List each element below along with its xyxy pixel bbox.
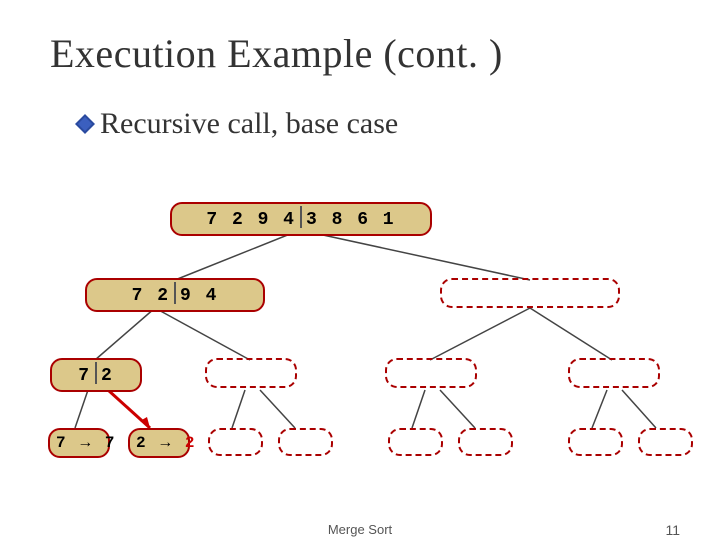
l2a-right: 2 [101, 366, 114, 386]
leaf2-in: 2 [136, 434, 147, 452]
node-l1-right [440, 278, 620, 308]
divider-icon [174, 282, 176, 304]
footer-center: Merge Sort [328, 522, 392, 537]
leaf-7 [568, 428, 623, 456]
l1a-right: 9 4 [180, 286, 218, 306]
node-l1-left: 7 2 9 4 [85, 278, 265, 312]
tree-connectors [0, 0, 720, 540]
leaf-3 [208, 428, 263, 456]
l1a-left: 7 2 [132, 286, 170, 306]
l2a-left: 7 [78, 366, 91, 386]
node-l2-d [568, 358, 660, 388]
node-l2-a: 72 [50, 358, 142, 392]
divider-icon [95, 362, 97, 384]
leaf2-out: 2 [185, 434, 196, 452]
arrow-icon: → [77, 434, 94, 451]
leaf-8 [638, 428, 693, 456]
page-number: 11 [665, 522, 680, 538]
node-l2-b [205, 358, 297, 388]
subtitle-row: Recursive call, base case [50, 107, 670, 141]
leaf1-out: 7 [105, 434, 116, 452]
leaf-6 [458, 428, 513, 456]
divider-icon [300, 206, 302, 228]
arrow-icon: → [157, 434, 174, 451]
node-root: 7 2 9 4 3 8 6 1 [170, 202, 432, 236]
root-right: 3 8 6 1 [306, 210, 396, 230]
leaf-1: 7 → 7 [48, 428, 110, 458]
leaf-5 [388, 428, 443, 456]
subtitle: Recursive call, base case [100, 107, 398, 141]
root-left: 7 2 9 4 [206, 210, 296, 230]
bullet-diamond-icon [75, 114, 95, 134]
slide-title: Execution Example (cont. ) [50, 30, 670, 77]
leaf1-in: 7 [56, 434, 67, 452]
node-l2-c [385, 358, 477, 388]
leaf-4 [278, 428, 333, 456]
leaf-2: 2 → 2 [128, 428, 190, 458]
